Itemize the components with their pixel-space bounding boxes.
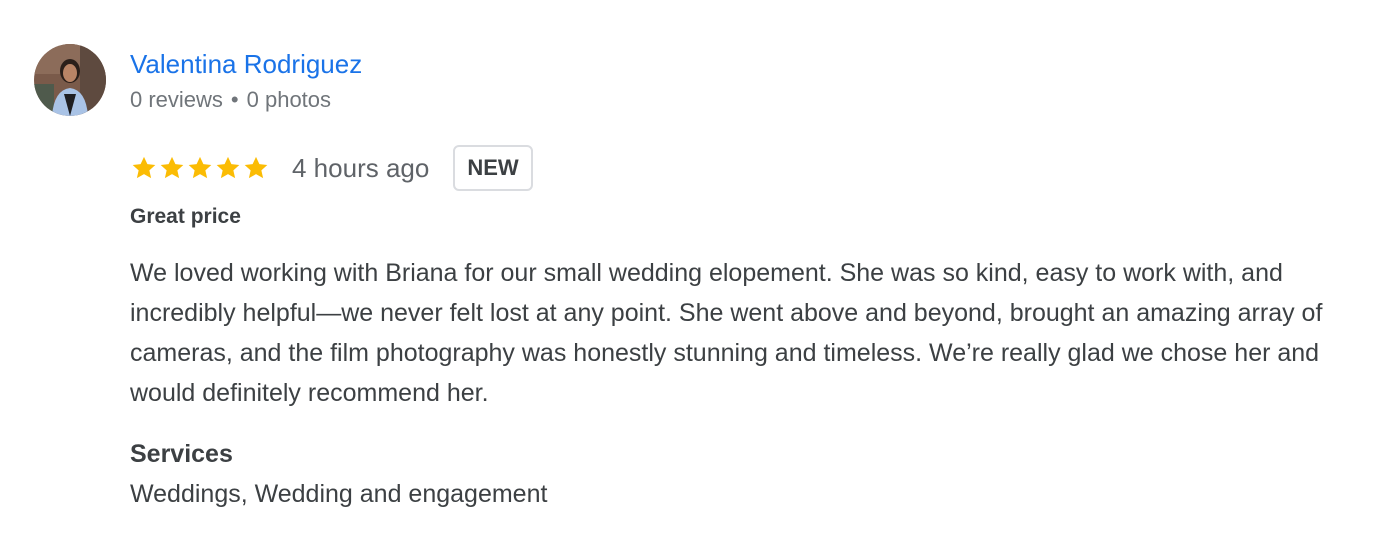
star-icon: [188, 156, 212, 179]
review-body-text: We loved working with Briana for our sma…: [130, 259, 1323, 407]
star-icon: [160, 156, 184, 179]
review-headline: Great price: [130, 205, 241, 228]
services-list: Weddings, Wedding and engagement: [130, 480, 548, 508]
star-icon: [216, 156, 240, 179]
reviewer-avatar[interactable]: [34, 44, 106, 116]
reviewer-name-link[interactable]: Valentina Rodriguez: [130, 48, 362, 80]
review-time: 4 hours ago: [292, 152, 430, 183]
star-rating: [130, 154, 270, 182]
new-badge: NEW: [453, 145, 533, 191]
services-heading: Services: [130, 440, 233, 468]
review-count: 0 reviews: [130, 87, 223, 112]
more-options-button[interactable]: [1272, 66, 1308, 102]
review-card: Valentina Rodriguez 0 reviews • 0 photos 4…: [0, 0, 1380, 556]
avatar-photo-icon: [34, 44, 106, 116]
reviewer-stats: 0 reviews • 0 photos: [130, 86, 331, 114]
star-icon: [132, 156, 156, 179]
star-icon: [244, 156, 268, 179]
rating-row: 4 hours ago NEW: [130, 144, 533, 192]
photo-count: 0 photos: [246, 87, 332, 112]
meta-separator: •: [230, 87, 239, 112]
